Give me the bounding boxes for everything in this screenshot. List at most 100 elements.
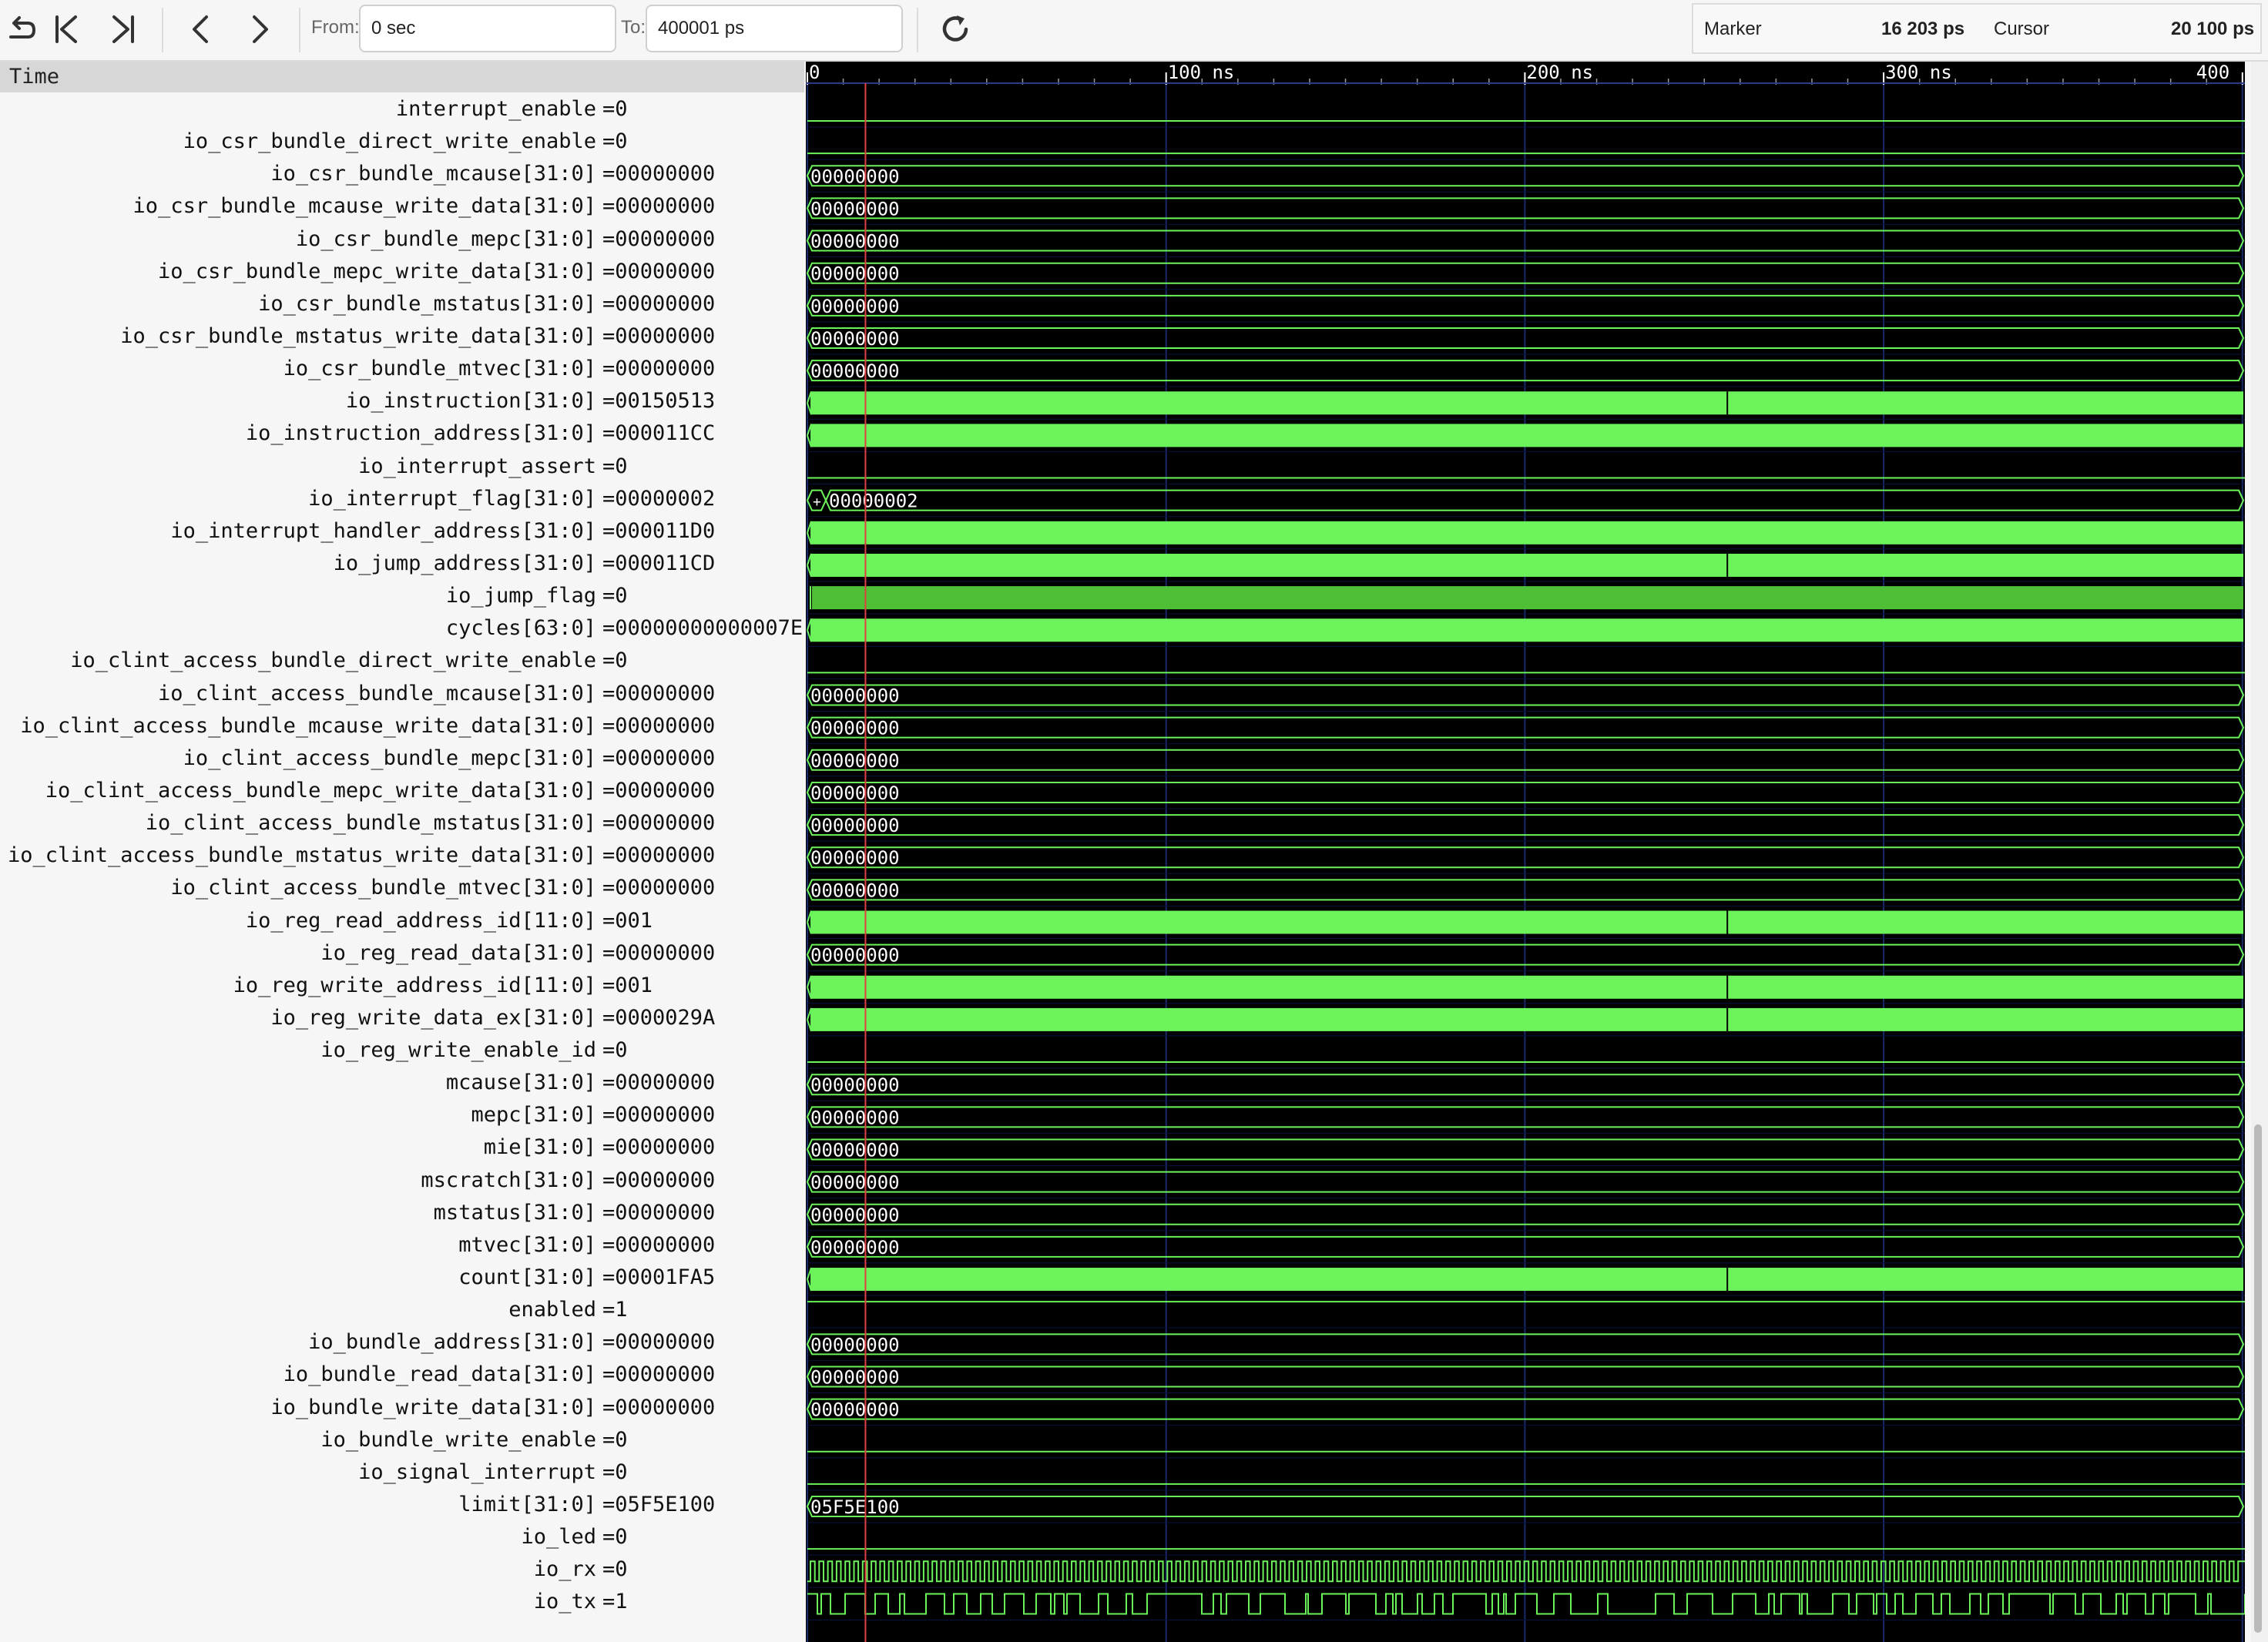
timeline-tick-label: 400 <box>2196 62 2229 83</box>
signal-value: =00000000 <box>602 1103 716 1128</box>
signal-row[interactable]: io_csr_bundle_mcause_write_data[31:0] =00… <box>0 192 804 224</box>
scrollbar-thumb[interactable] <box>2254 1124 2262 1633</box>
signal-row[interactable]: io_clint_access_bundle_mstatus_write_dat… <box>0 841 804 873</box>
undo-zoom-icon[interactable] <box>0 8 43 51</box>
signal-row[interactable]: io_csr_bundle_mstatus[31:0] =00000000 <box>0 290 804 322</box>
signal-row[interactable]: io_csr_bundle_mcause[31:0] =00000000 <box>0 159 804 192</box>
signal-row[interactable]: io_csr_bundle_mepc[31:0] =00000000 <box>0 225 804 257</box>
signal-row[interactable]: mie[31:0] =00000000 <box>0 1133 804 1165</box>
signal-row[interactable]: io_reg_write_address_id[11:0] =001 <box>0 971 804 1004</box>
reload-icon[interactable] <box>934 8 977 51</box>
signal-row[interactable]: io_led =0 <box>0 1523 804 1555</box>
bus-value-label: 00000000 <box>810 880 900 901</box>
signal-row[interactable]: io_reg_read_data[31:0] =00000000 <box>0 939 804 971</box>
signal-name: io_reg_write_address_id[11:0] <box>233 973 596 997</box>
signal-name: io_reg_write_data_ex[31:0] <box>270 1005 596 1030</box>
signal-row[interactable]: interrupt_enable =0 <box>0 95 804 127</box>
next-edge-icon[interactable] <box>237 8 280 51</box>
vertical-scrollbar[interactable] <box>2251 62 2268 1642</box>
signal-row[interactable]: io_reg_write_data_ex[31:0] =0000029A <box>0 1004 804 1036</box>
dense-bus-fill <box>810 1268 2243 1292</box>
signal-row[interactable]: io_clint_access_bundle_mcause[31:0] =0000… <box>0 679 804 712</box>
signal-name: io_csr_bundle_mepc[31:0] <box>295 226 596 251</box>
signal-name: io_interrupt_flag[31:0] <box>308 486 596 511</box>
go-to-start-icon[interactable] <box>45 8 88 51</box>
signal-row[interactable]: limit[31:0] =05F5E100 <box>0 1490 804 1523</box>
signal-value: =00000000 <box>602 194 716 219</box>
signal-row[interactable]: io_reg_read_address_id[11:0] =001 <box>0 906 804 939</box>
signal-name: io_csr_bundle_mcause_write_data[31:0] <box>133 194 596 219</box>
from-time-input[interactable] <box>359 5 616 52</box>
signal-row[interactable]: io_interrupt_assert =0 <box>0 452 804 484</box>
signal-row[interactable]: io_csr_bundle_mepc_write_data[31:0] =0000… <box>0 257 804 290</box>
bus-value-label: 00000000 <box>810 815 900 836</box>
signal-row[interactable]: io_csr_bundle_mtvec[31:0] =00000000 <box>0 354 804 387</box>
signal-row[interactable]: io_csr_bundle_mstatus_write_data[31:0] =0… <box>0 322 804 354</box>
dense-bus-fill <box>810 910 2243 934</box>
signal-value: =0 <box>602 97 628 121</box>
signal-row[interactable]: io_csr_bundle_direct_write_enable =0 <box>0 127 804 159</box>
signal-name: mcause[31:0] <box>445 1071 596 1095</box>
signal-row[interactable]: io_clint_access_bundle_direct_write_enab… <box>0 646 804 679</box>
signal-value: =00000000 <box>602 1395 716 1419</box>
signal-row[interactable]: io_bundle_address[31:0] =00000000 <box>0 1328 804 1360</box>
signal-row[interactable]: io_bundle_read_data[31:0] =00000000 <box>0 1360 804 1392</box>
signal-name: io_clint_access_bundle_mstatus_write_dat… <box>7 843 596 868</box>
signal-value: =1 <box>602 1298 628 1322</box>
signal-row[interactable]: io_jump_address[31:0] =000011CD <box>0 549 804 581</box>
from-label: From: <box>311 17 360 38</box>
marker-label: Marker <box>1704 18 1762 39</box>
bus-value-label: 00000000 <box>810 685 900 707</box>
signal-row[interactable]: io_signal_interrupt =0 <box>0 1458 804 1490</box>
signal-name: io_bundle_address[31:0] <box>308 1330 596 1355</box>
signal-name: io_clint_access_bundle_mepc_write_data[3… <box>45 778 596 803</box>
signal-row[interactable]: io_instruction[31:0] =00150513 <box>0 387 804 419</box>
signal-row[interactable]: io_clint_access_bundle_mstatus[31:0] =000… <box>0 809 804 841</box>
bus-value-label: 00000000 <box>810 296 900 317</box>
dense-bus-fill <box>810 424 2243 447</box>
signal-row[interactable]: mcause[31:0] =00000000 <box>0 1068 804 1101</box>
signal-row[interactable]: count[31:0] =00001FA5 <box>0 1263 804 1295</box>
bus-value-label: 00000000 <box>810 263 900 285</box>
signal-row[interactable]: cycles[63:0] =00000000000007E <box>0 614 804 646</box>
signal-value: =000011D0 <box>602 518 716 543</box>
signal-row[interactable]: io_reg_write_enable_id =0 <box>0 1036 804 1068</box>
signal-value: =00000000 <box>602 713 716 738</box>
signal-row[interactable]: io_bundle_write_data[31:0] =00000000 <box>0 1393 804 1426</box>
signal-value: =0 <box>602 584 628 608</box>
signal-value: =00000000 <box>602 843 716 868</box>
signal-value: =0 <box>602 454 628 478</box>
signal-name: io_reg_write_enable_id <box>320 1038 596 1063</box>
signal-row[interactable]: io_jump_flag =0 <box>0 581 804 614</box>
signal-row[interactable]: io_rx =0 <box>0 1555 804 1587</box>
signal-row[interactable]: mepc[31:0] =00000000 <box>0 1101 804 1133</box>
signal-row[interactable]: io_bundle_write_enable =0 <box>0 1426 804 1458</box>
bus-value-label: 00000000 <box>810 1107 900 1128</box>
signal-name: io_reg_read_data[31:0] <box>320 940 596 965</box>
signal-row[interactable]: io_clint_access_bundle_mtvec[31:0] =00000… <box>0 873 804 906</box>
signal-row[interactable]: io_interrupt_handler_address[31:0] =00001… <box>0 517 804 549</box>
signal-row[interactable]: io_instruction_address[31:0] =000011CC <box>0 419 804 451</box>
previous-edge-icon[interactable] <box>180 8 223 51</box>
signal-name: io_csr_bundle_mtvec[31:0] <box>283 357 596 381</box>
signal-row[interactable]: io_clint_access_bundle_mcause_write_data… <box>0 712 804 744</box>
signal-value: =0 <box>602 1557 628 1582</box>
signal-row[interactable]: mscratch[31:0] =00000000 <box>0 1166 804 1198</box>
signal-name: io_csr_bundle_mstatus[31:0] <box>258 291 596 316</box>
signal-name: io_bundle_write_enable <box>320 1427 596 1452</box>
signal-name: limit[31:0] <box>458 1493 596 1517</box>
signal-row[interactable]: mtvec[31:0] =00000000 <box>0 1231 804 1263</box>
signal-row[interactable]: io_interrupt_flag[31:0] =00000002 <box>0 484 804 517</box>
to-time-input[interactable] <box>646 5 903 52</box>
signal-row[interactable]: io_clint_access_bundle_mepc_write_data[3… <box>0 776 804 809</box>
time-column-header: Time <box>0 62 804 92</box>
signal-name: enabled <box>508 1298 596 1322</box>
marker-cursor-panel: Marker 16 203 ps Cursor 20 100 ps <box>1692 3 2262 54</box>
signal-row[interactable]: io_tx =1 <box>0 1587 804 1620</box>
go-to-end-icon[interactable] <box>102 8 145 51</box>
signal-row[interactable]: mstatus[31:0] =00000000 <box>0 1198 804 1231</box>
signal-row[interactable]: enabled =1 <box>0 1295 804 1328</box>
signal-row[interactable]: io_clint_access_bundle_mepc[31:0] =000000… <box>0 744 804 776</box>
signal-name: io_bundle_read_data[31:0] <box>283 1362 596 1387</box>
waveform-view[interactable]: 0 100 ns 200 ns 300 ns 400 00000000 00000000 00… <box>806 62 2245 1642</box>
